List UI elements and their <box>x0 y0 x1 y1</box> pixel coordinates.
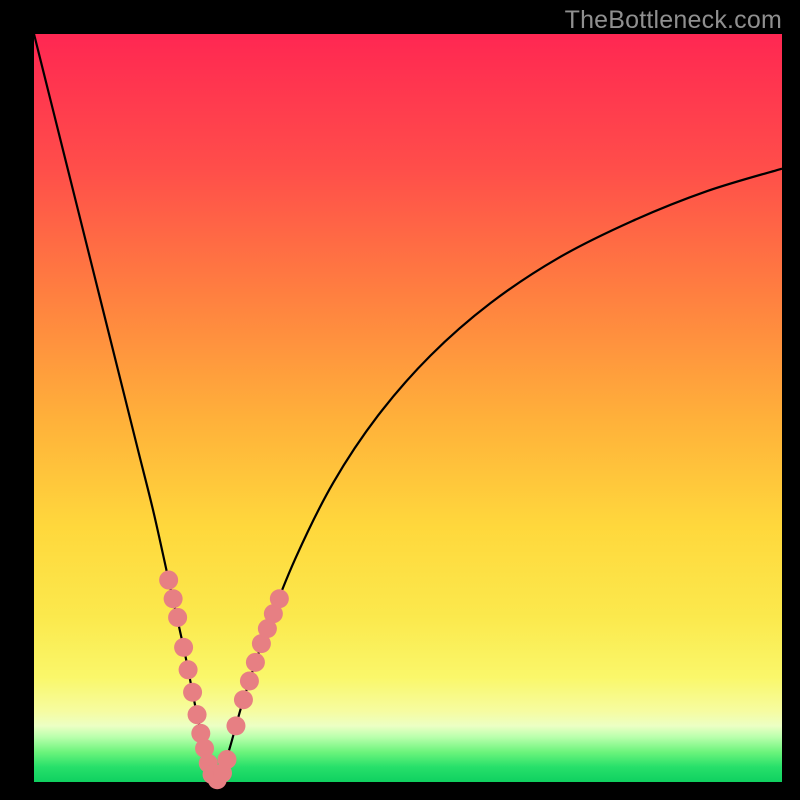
chart-frame: TheBottleneck.com <box>0 0 800 800</box>
data-points-group <box>159 571 289 790</box>
bottleneck-curve <box>34 34 782 783</box>
data-point <box>159 571 178 590</box>
data-point <box>234 690 253 709</box>
data-point <box>174 638 193 657</box>
data-point <box>168 608 187 627</box>
data-point <box>164 589 183 608</box>
chart-svg <box>34 34 782 782</box>
watermark-text: TheBottleneck.com <box>565 6 782 35</box>
plot-area <box>34 34 782 782</box>
data-point <box>179 660 198 679</box>
data-point <box>188 705 207 724</box>
data-point <box>270 589 289 608</box>
data-point <box>240 672 259 691</box>
data-point <box>226 716 245 735</box>
data-point <box>217 750 236 769</box>
data-point <box>183 683 202 702</box>
data-point <box>246 653 265 672</box>
